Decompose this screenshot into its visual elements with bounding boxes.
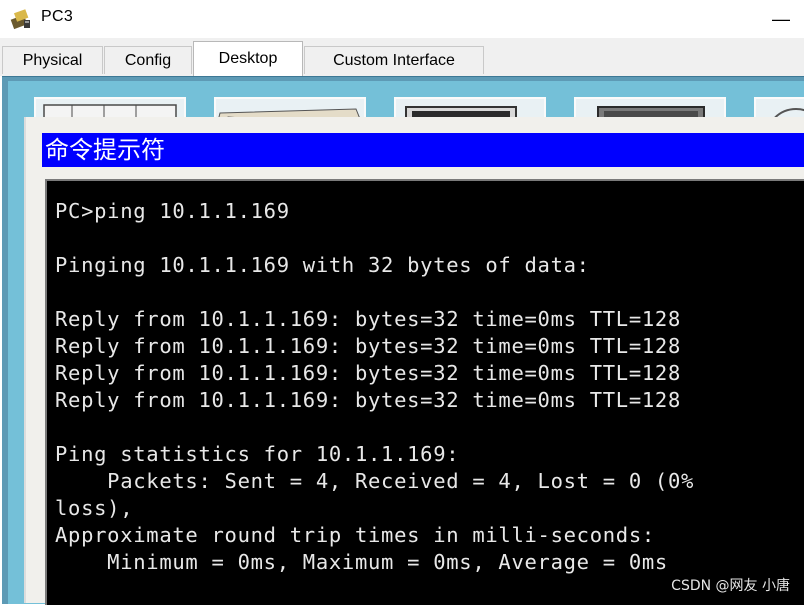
window-titlebar: PC3 — [0, 0, 804, 38]
tab-strip: Physical Config Desktop Custom Interface [0, 38, 804, 76]
window-title: PC3 [41, 8, 74, 25]
tab-physical[interactable]: Physical [2, 46, 103, 74]
terminal-line: loss), [55, 496, 134, 520]
command-prompt-title: 命令提示符 [45, 136, 165, 164]
terminal-line: Approximate round trip times in milli-se… [55, 523, 655, 547]
terminal-line: Pinging 10.1.1.169 with 32 bytes of data… [55, 253, 590, 277]
command-prompt-window: 命令提示符 PC>ping 10.1.1.169 Pinging 10.1.1.1… [24, 117, 804, 605]
terminal-line: Packets: Sent = 4, Received = 4, Lost = … [55, 469, 695, 493]
tab-custom-interface[interactable]: Custom Interface [304, 46, 484, 74]
tab-desktop[interactable]: Desktop [193, 41, 303, 76]
pc-app-icon [10, 7, 34, 31]
terminal-line: Reply from 10.1.1.169: bytes=32 time=0ms… [55, 388, 682, 412]
terminal-line: Reply from 10.1.1.169: bytes=32 time=0ms… [55, 334, 682, 358]
terminal-line: Minimum = 0ms, Maximum = 0ms, Average = … [55, 550, 668, 574]
terminal-line: Ping statistics for 10.1.1.169: [55, 442, 460, 466]
minimize-button[interactable]: — [758, 0, 804, 38]
watermark: CSDN @网友 小唐 [671, 578, 790, 594]
command-prompt-titlebar: 命令提示符 [42, 133, 804, 167]
tab-config[interactable]: Config [104, 46, 192, 74]
terminal-output[interactable]: PC>ping 10.1.1.169 Pinging 10.1.1.169 wit… [45, 179, 804, 605]
terminal-line: Reply from 10.1.1.169: bytes=32 time=0ms… [55, 307, 682, 331]
terminal-line: PC>ping 10.1.1.169 [55, 199, 290, 223]
terminal-line: Reply from 10.1.1.169: bytes=32 time=0ms… [55, 361, 682, 385]
